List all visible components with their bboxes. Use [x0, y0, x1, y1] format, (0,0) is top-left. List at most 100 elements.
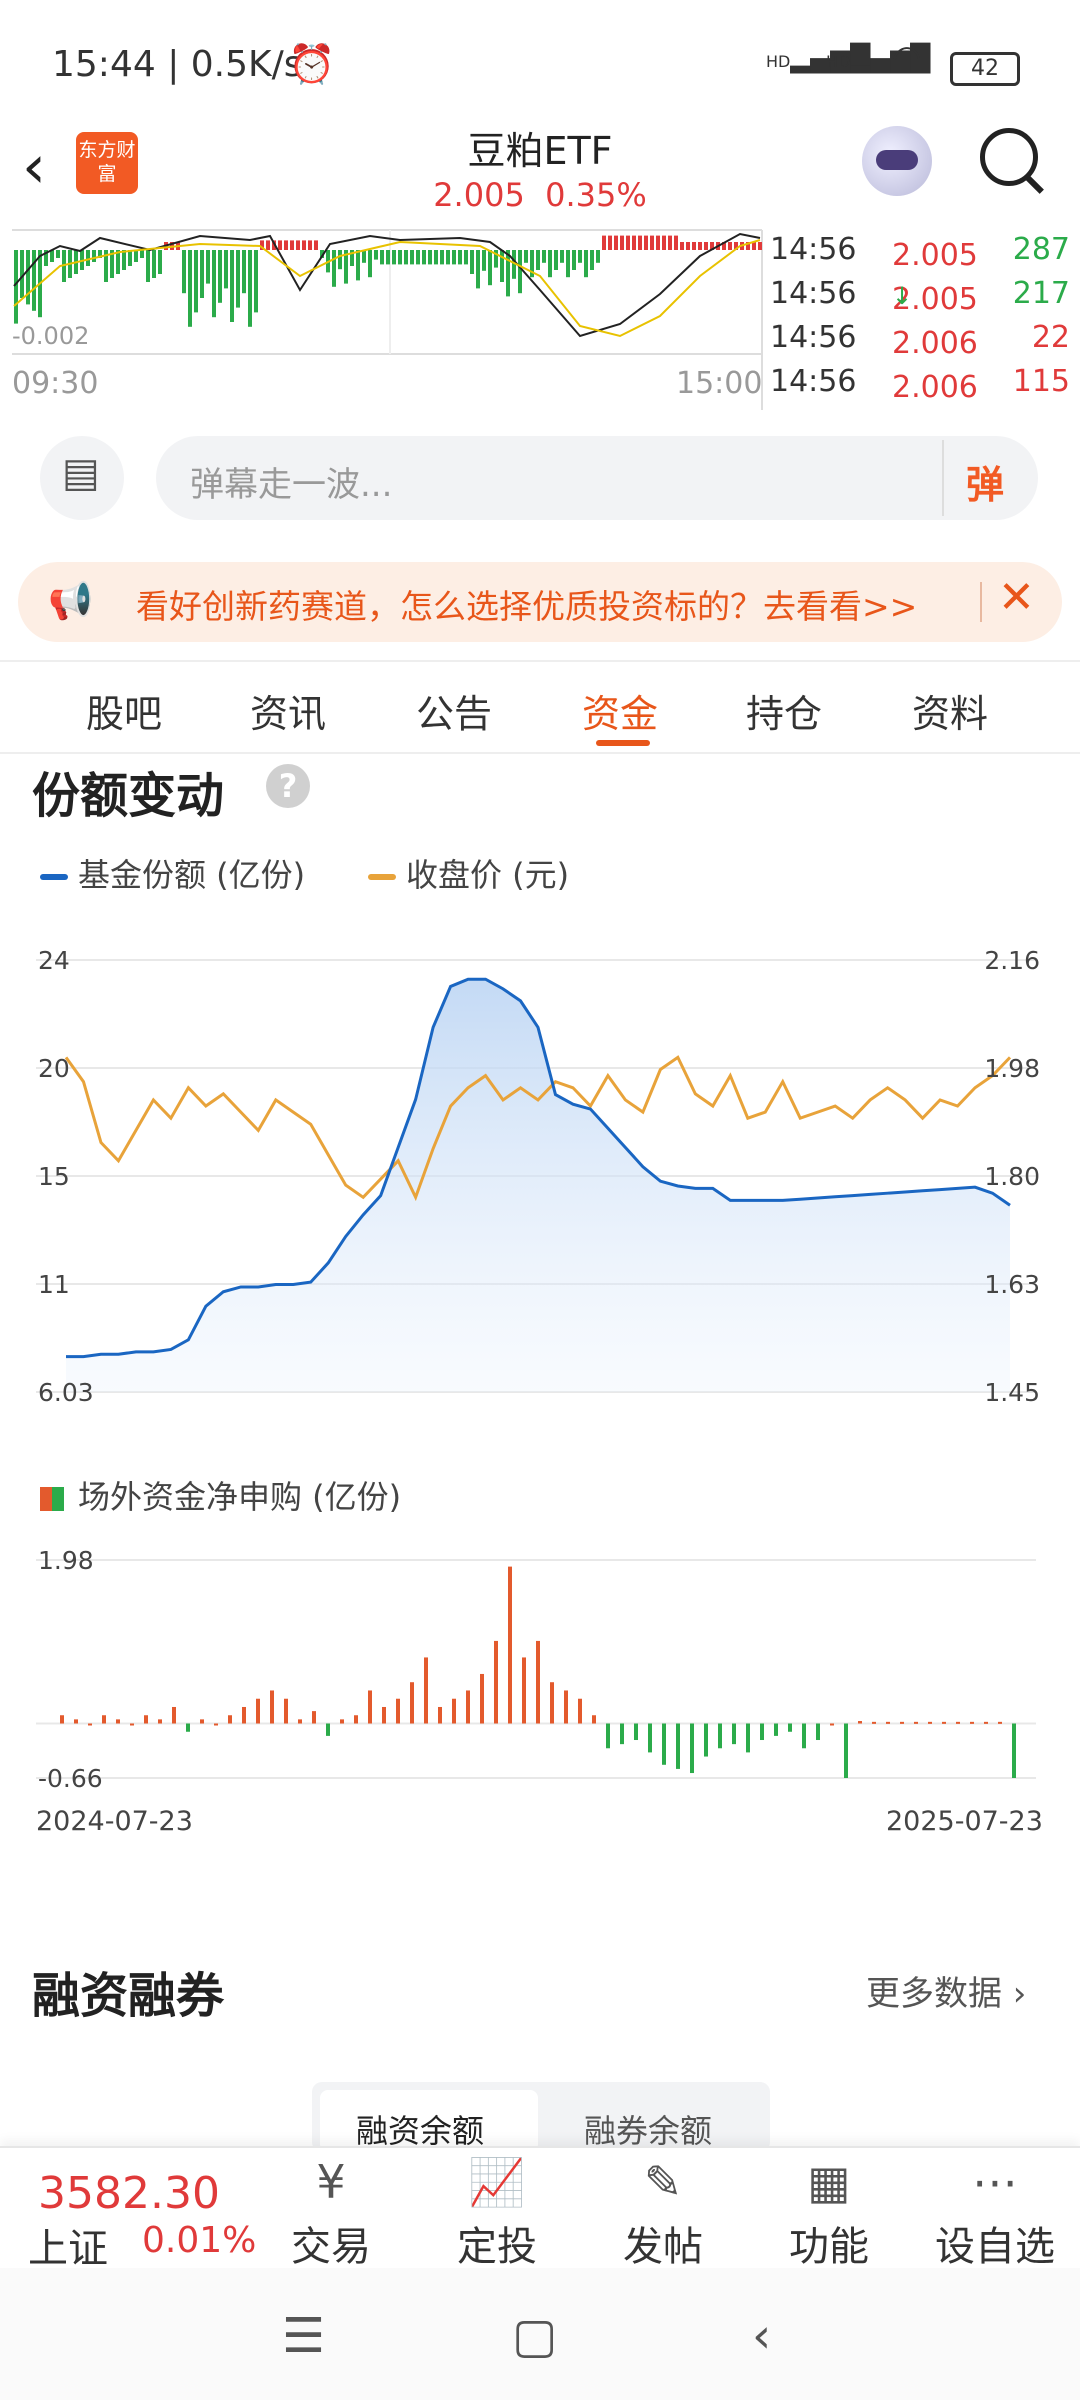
- flow-bar: [438, 1706, 442, 1724]
- mini-volume-bar: [230, 250, 234, 322]
- margin-section-title: 融资融券: [32, 1968, 225, 2024]
- tab-2[interactable]: 公告: [394, 683, 514, 738]
- mini-volume-bar: [476, 250, 480, 289]
- mini-volume-bar: [470, 250, 474, 274]
- mini-volume-bar: [422, 250, 426, 265]
- mini-volume-bar: [620, 235, 624, 250]
- tick-time: 14:56: [770, 320, 857, 355]
- tick-time: 14:56: [770, 232, 857, 267]
- mini-volume-bar: [362, 250, 366, 263]
- mini-volume-bar: [140, 250, 144, 258]
- mini-volume-bar: [464, 250, 468, 265]
- flow-bar: [466, 1690, 470, 1724]
- tab-0[interactable]: 股吧: [64, 683, 184, 738]
- index-value[interactable]: 3582.30: [38, 2168, 220, 2219]
- banner-text: 看好创新药赛道，怎么选择优质投资标的？去看看>>: [136, 587, 918, 626]
- flow-bar: [382, 1706, 386, 1724]
- tab-3[interactable]: 资金: [560, 683, 680, 738]
- mini-volume-bar: [248, 250, 252, 327]
- wifi-icon: ◠: [892, 38, 922, 78]
- close-icon[interactable]: ✕: [998, 572, 1035, 623]
- search-icon[interactable]: [980, 128, 1038, 186]
- mini-volume-bar: [536, 250, 540, 270]
- mini-volume-bar: [488, 250, 492, 286]
- mini-volume-bar: [626, 235, 630, 250]
- mini-volume-bar: [632, 235, 636, 250]
- logo: 东方财富: [76, 132, 138, 194]
- bottom-nav-label: 定投: [457, 2224, 537, 2270]
- mini-volume-bar: [368, 250, 372, 278]
- flow-bar: [634, 1723, 638, 1741]
- bottom-nav-0[interactable]: ¥ 交易: [266, 2150, 396, 2272]
- flow-bar: [1012, 1723, 1016, 1778]
- right-axis-tick: 1.80: [984, 1162, 1040, 1191]
- mini-volume-bar: [614, 235, 618, 250]
- menu-icon[interactable]: ☰: [282, 2308, 325, 2364]
- mini-volume-bar: [128, 250, 132, 266]
- tick-row: 14:56 2.006 115: [770, 364, 1070, 405]
- robot-assistant-icon[interactable]: [862, 126, 932, 196]
- flow-bar: [564, 1690, 568, 1724]
- mini-volume-bar: [656, 235, 660, 250]
- flow-axis-tick: 1.98: [38, 1546, 94, 1575]
- mini-volume-bar: [146, 250, 150, 282]
- bottom-nav-4[interactable]: ⋯ 设自选: [930, 2150, 1060, 2272]
- left-axis-tick: 24: [38, 946, 70, 975]
- flow-bar: [942, 1721, 946, 1724]
- mini-volume-bar: [398, 250, 402, 265]
- tab-4[interactable]: 持仓: [724, 683, 844, 738]
- share-chart[interactable]: 24 2.16 20 1.98 15 1.80 11 1.63 6.03 1.45: [0, 930, 1080, 1410]
- flow-bar: [256, 1698, 260, 1724]
- flow-bar: [802, 1723, 806, 1749]
- flow-bar: [732, 1723, 736, 1745]
- tick-volume: 115: [1012, 364, 1070, 399]
- tab-5[interactable]: 资料: [890, 683, 1010, 738]
- more-data-link[interactable]: 更多数据 ›: [866, 1966, 1026, 2015]
- mini-low-label: -0.002: [12, 322, 90, 350]
- flow-chart[interactable]: 1.98 -0.66: [0, 1530, 1080, 1830]
- invest-icon: 📈: [468, 2155, 526, 2209]
- status-time: 15:44 | 0.5K/s: [52, 44, 303, 85]
- right-axis-tick: 1.98: [984, 1054, 1040, 1083]
- left-axis-tick: 15: [38, 1162, 70, 1191]
- mini-volume-bar: [560, 250, 564, 263]
- index-name[interactable]: 上证: [28, 2216, 108, 2274]
- mini-volume-bar: [548, 250, 552, 278]
- flow-bar: [298, 1719, 302, 1724]
- function-icon: ▦: [807, 2155, 851, 2209]
- mini-volume-bar: [332, 250, 336, 287]
- danmu-settings-icon[interactable]: [40, 436, 124, 520]
- mini-volume-bar: [662, 235, 666, 250]
- index-pct[interactable]: 0.01%: [142, 2220, 256, 2261]
- home-icon[interactable]: ▢: [512, 2308, 557, 2364]
- flow-bar: [60, 1715, 64, 1724]
- mini-volume-bar: [500, 250, 504, 282]
- mini-volume-bar: [446, 250, 450, 265]
- tick-volume: 287: [1012, 232, 1070, 267]
- bottom-nav-1[interactable]: 📈 定投: [432, 2150, 562, 2272]
- bottom-nav-2[interactable]: ✎ 发帖: [598, 2150, 728, 2272]
- post-icon: ✎: [643, 2155, 683, 2209]
- flow-bar: [788, 1723, 792, 1732]
- mini-volume-bar: [458, 250, 462, 265]
- flow-bar: [956, 1721, 960, 1724]
- mini-volume-bar: [644, 235, 648, 250]
- bottom-nav-label: 设自选: [935, 2224, 1055, 2270]
- flow-bar: [536, 1640, 540, 1724]
- bottom-nav-3[interactable]: ▦ 功能: [764, 2150, 894, 2272]
- flow-bar: [662, 1723, 666, 1765]
- mini-volume-bar: [266, 240, 270, 250]
- promo-banner[interactable]: 📢 看好创新药赛道，怎么选择优质投资标的？去看看>> ✕: [18, 562, 1062, 642]
- back-icon[interactable]: ‹: [22, 132, 46, 202]
- tab-1[interactable]: 资讯: [228, 683, 348, 738]
- back-nav-icon[interactable]: ‹: [752, 2308, 771, 2364]
- flow-bar: [74, 1719, 78, 1724]
- flow-bar: [844, 1723, 848, 1778]
- flow-bar: [452, 1698, 456, 1724]
- help-icon[interactable]: ?: [266, 764, 310, 808]
- megaphone-icon: 📢: [48, 581, 93, 622]
- danmu-toggle-button[interactable]: 弹: [942, 440, 1038, 516]
- mini-volume-bar: [608, 235, 612, 250]
- flow-bar: [550, 1682, 554, 1724]
- flow-bar: [270, 1690, 274, 1724]
